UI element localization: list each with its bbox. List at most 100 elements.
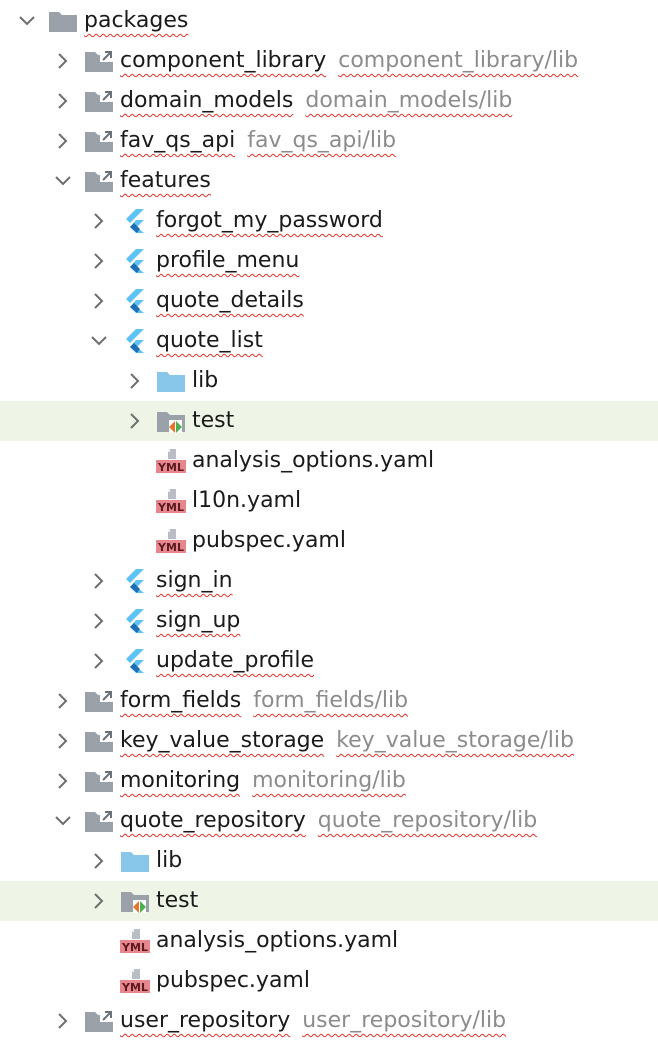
- chevron-right-icon[interactable]: [90, 572, 108, 590]
- chevron-right-icon[interactable]: [90, 852, 108, 870]
- tree-item-name: forgot_my_password: [156, 208, 383, 233]
- tree-item-name: quote_list: [156, 328, 263, 353]
- tree-row[interactable]: user_repository user_repository/lib: [0, 1001, 658, 1041]
- tree-row[interactable]: features: [0, 161, 658, 201]
- chevron-right-icon[interactable]: [54, 52, 72, 70]
- tree-item-name: profile_menu: [156, 248, 300, 273]
- tree-row[interactable]: test: [0, 401, 658, 441]
- chevron-right-icon[interactable]: [90, 212, 108, 230]
- yaml-file-icon: YML: [156, 529, 186, 554]
- module-folder-icon: [84, 89, 114, 113]
- chevron-down-icon[interactable]: [90, 332, 108, 350]
- folder-blue-icon: [156, 369, 186, 393]
- module-folder-icon: [84, 769, 114, 793]
- chevron-right-icon[interactable]: [126, 412, 144, 430]
- chevron-right-icon[interactable]: [90, 292, 108, 310]
- tree-item-name: form_fields: [120, 688, 242, 713]
- tree-item-path: form_fields/lib: [253, 688, 409, 713]
- tree-row[interactable]: YML pubspec.yaml: [0, 521, 658, 561]
- tree-row-text: monitoring monitoring/lib: [120, 761, 406, 801]
- chevron-right-icon[interactable]: [90, 612, 108, 630]
- tree-item-name: component_library: [120, 48, 327, 73]
- tree-row[interactable]: test: [0, 881, 658, 921]
- tree-row[interactable]: update_profile: [0, 641, 658, 681]
- tree-row[interactable]: component_library component_library/lib: [0, 41, 658, 81]
- yaml-file-icon: YML: [120, 929, 150, 954]
- tree-item-name: quote_details: [156, 288, 304, 313]
- tree-row[interactable]: forgot_my_password: [0, 201, 658, 241]
- chevron-down-icon[interactable]: [54, 812, 72, 830]
- tree-row[interactable]: packages: [0, 1, 658, 41]
- chevron-right-icon[interactable]: [54, 1012, 72, 1030]
- tree-item-path: key_value_storage/lib: [336, 728, 574, 753]
- module-folder-icon: [84, 49, 114, 73]
- tree-row[interactable]: YML pubspec.yaml: [0, 961, 658, 1001]
- tree-row-text: component_library component_library/lib: [120, 41, 578, 81]
- chevron-down-icon[interactable]: [18, 12, 36, 30]
- flutter-icon: [120, 569, 150, 593]
- chevron-right-icon[interactable]: [54, 772, 72, 790]
- tree-row-text: packages: [84, 1, 188, 41]
- yaml-file-icon: YML: [156, 449, 186, 474]
- tree-row-text: update_profile: [156, 641, 314, 681]
- tree-row[interactable]: lib: [0, 361, 658, 401]
- tree-item-name: packages: [84, 8, 189, 33]
- tree-row-text: pubspec.yaml: [192, 521, 346, 561]
- flutter-icon: [120, 209, 150, 233]
- folder-blue-icon: [120, 849, 150, 873]
- chevron-right-icon[interactable]: [126, 372, 144, 390]
- tree-row-text: analysis_options.yaml: [192, 441, 434, 481]
- tree-item-name: lib: [192, 368, 219, 393]
- tree-row[interactable]: YML l10n.yaml: [0, 481, 658, 521]
- tree-row[interactable]: sign_up: [0, 601, 658, 641]
- tree-item-path: component_library/lib: [338, 48, 579, 73]
- chevron-right-icon[interactable]: [54, 692, 72, 710]
- tree-item-name: fav_qs_api: [120, 128, 236, 153]
- tree-row-text: test: [192, 401, 234, 441]
- tree-row[interactable]: fav_qs_api fav_qs_api/lib: [0, 121, 658, 161]
- svg-text:YML: YML: [157, 541, 184, 553]
- tree-item-name: sign_in: [156, 568, 233, 593]
- tree-item-path: user_repository/lib: [302, 1008, 507, 1033]
- chevron-right-icon[interactable]: [54, 732, 72, 750]
- flutter-icon: [120, 649, 150, 673]
- tree-row-text: domain_models domain_models/lib: [120, 81, 512, 121]
- tree-row[interactable]: domain_models domain_models/lib: [0, 81, 658, 121]
- tree-row[interactable]: monitoring monitoring/lib: [0, 761, 658, 801]
- tree-row[interactable]: YML analysis_options.yaml: [0, 441, 658, 481]
- flutter-icon: [120, 609, 150, 633]
- tree-row[interactable]: lib: [0, 841, 658, 881]
- tree-row[interactable]: quote_repository quote_repository/lib: [0, 801, 658, 841]
- tree-row-text: key_value_storage key_value_storage/lib: [120, 721, 574, 761]
- tree-row-text: form_fields form_fields/lib: [120, 681, 408, 721]
- tree-row[interactable]: key_value_storage key_value_storage/lib: [0, 721, 658, 761]
- tree-item-name: quote_repository: [120, 808, 306, 833]
- tree-row[interactable]: form_fields form_fields/lib: [0, 681, 658, 721]
- tree-row[interactable]: sign_in: [0, 561, 658, 601]
- tree-row[interactable]: quote_details: [0, 281, 658, 321]
- tree-row[interactable]: quote_list: [0, 321, 658, 361]
- chevron-down-icon[interactable]: [54, 172, 72, 190]
- chevron-right-icon[interactable]: [90, 892, 108, 910]
- tree-item-name: sign_up: [156, 608, 241, 633]
- tree-row-text: sign_in: [156, 561, 233, 601]
- tree-item-name: lib: [156, 848, 183, 873]
- test-folder-icon: [156, 409, 186, 433]
- tree-row[interactable]: YML analysis_options.yaml: [0, 921, 658, 961]
- tree-row-text: sign_up: [156, 601, 240, 641]
- chevron-right-icon[interactable]: [54, 92, 72, 110]
- tree-item-path: quote_repository/lib: [317, 808, 538, 833]
- tree-item-name: update_profile: [156, 648, 315, 673]
- tree-item-name: l10n.yaml: [192, 488, 302, 513]
- chevron-right-icon[interactable]: [90, 252, 108, 270]
- module-folder-icon: [84, 129, 114, 153]
- chevron-right-icon[interactable]: [54, 132, 72, 150]
- chevron-right-icon[interactable]: [90, 652, 108, 670]
- flutter-icon: [120, 289, 150, 313]
- tree-row[interactable]: profile_menu: [0, 241, 658, 281]
- tree-item-name: features: [120, 168, 211, 193]
- tree-item-name: test: [156, 888, 199, 913]
- tree-item-name: analysis_options.yaml: [156, 928, 399, 953]
- yaml-file-icon: YML: [120, 969, 150, 994]
- tree-row-text: l10n.yaml: [192, 481, 301, 521]
